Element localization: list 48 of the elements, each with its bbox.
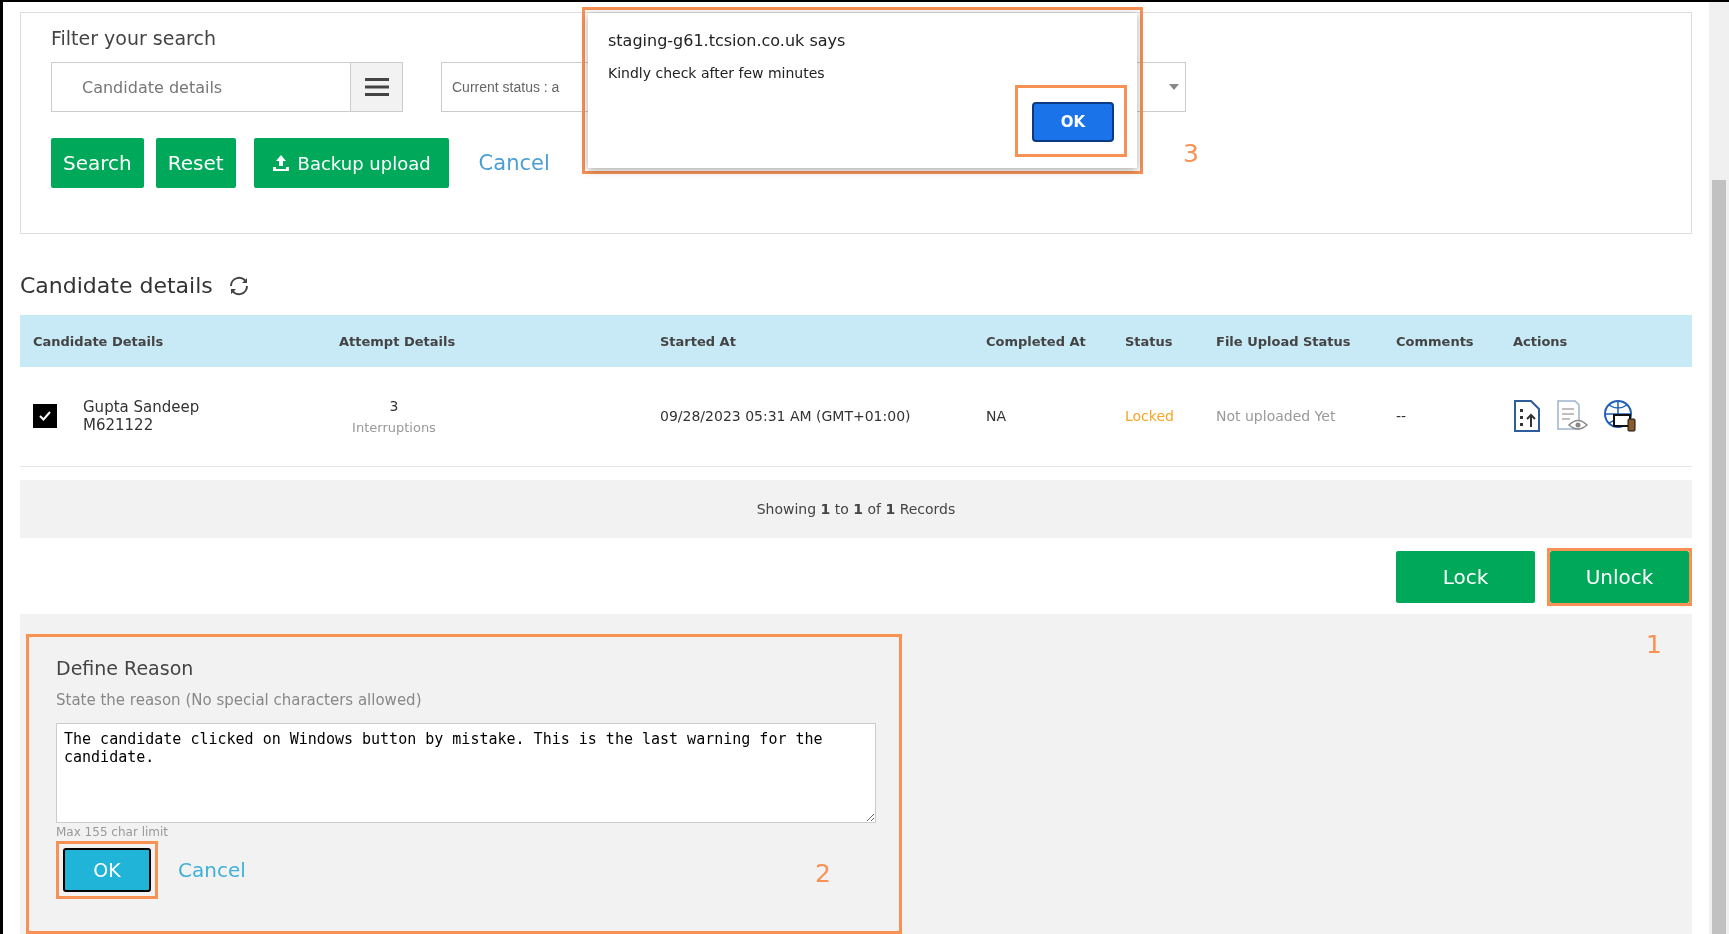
menu-button[interactable] bbox=[351, 62, 403, 112]
cancel-link[interactable]: Cancel bbox=[172, 857, 252, 883]
attempt-count: 3 bbox=[389, 397, 399, 414]
panel-title: Filter your search bbox=[51, 27, 216, 49]
row-checkbox[interactable] bbox=[33, 404, 57, 429]
column-header: File Upload Status bbox=[1216, 333, 1352, 349]
action-button[interactable]: Lock bbox=[1396, 551, 1535, 603]
attempt-label: Interruptions bbox=[352, 419, 436, 435]
scrollbar[interactable] bbox=[1709, 2, 1729, 934]
action-button[interactable]: Search bbox=[51, 138, 144, 188]
check-icon bbox=[39, 411, 51, 422]
dialog-message: Kindly check after few minutes bbox=[608, 65, 826, 81]
table-cell-text: 09/28/2023 05:31 AM (GMT+01:00) bbox=[660, 408, 912, 425]
upload-button[interactable]: Backup upload bbox=[253, 138, 449, 188]
reason-field[interactable]: The candidate clicked on Windows button by mistake. This is the last warning for the candidate. bbox=[56, 723, 876, 823]
reason-hint: State the reason (No special characters allowed) bbox=[56, 691, 423, 709]
column-header: Status bbox=[1125, 333, 1174, 349]
column-header: Actions bbox=[1513, 333, 1569, 349]
column-header: Started At bbox=[660, 333, 737, 349]
ok-button[interactable]: OK bbox=[63, 848, 151, 892]
reason-title: Define Reason bbox=[56, 657, 195, 679]
annotation-number: 3 bbox=[1183, 139, 1199, 168]
caret-icon bbox=[1169, 84, 1179, 90]
search-field[interactable]: Candidate details bbox=[51, 62, 351, 112]
table-cell-text: NA bbox=[986, 408, 1008, 425]
candidate-id: M621122 bbox=[83, 416, 155, 435]
cancel-link[interactable]: Cancel bbox=[472, 151, 556, 175]
table-cell-text: -- bbox=[1396, 408, 1408, 425]
records-text: Showing 1 to 1 of 1 Records bbox=[756, 500, 956, 517]
column-header: Attempt Details bbox=[339, 333, 457, 349]
menu-icon bbox=[364, 77, 389, 97]
file-upload-icon[interactable] bbox=[1513, 399, 1541, 434]
action-button[interactable]: Reset bbox=[155, 138, 236, 188]
column-header: Completed At bbox=[986, 333, 1087, 349]
action-button[interactable]: Unlock bbox=[1550, 551, 1689, 603]
upload-icon bbox=[271, 154, 290, 172]
section-title: Candidate details bbox=[20, 273, 213, 299]
annotation-number: 2 bbox=[815, 859, 831, 888]
globe-devices-icon[interactable] bbox=[1603, 399, 1637, 434]
status-text: Locked bbox=[1125, 408, 1175, 425]
char-limit-text: Max 155 char limit bbox=[56, 825, 170, 839]
ok-button[interactable]: OK bbox=[1032, 102, 1114, 142]
column-header: Comments bbox=[1396, 333, 1475, 349]
table-cell-text: Not uploaded Yet bbox=[1216, 408, 1337, 425]
dialog-title: staging-g61.tcsion.co.uk says bbox=[608, 31, 847, 50]
candidate-name: Gupta Sandeep bbox=[83, 398, 200, 417]
annotation-number: 1 bbox=[1646, 630, 1662, 659]
column-header: Candidate Details bbox=[33, 333, 165, 349]
